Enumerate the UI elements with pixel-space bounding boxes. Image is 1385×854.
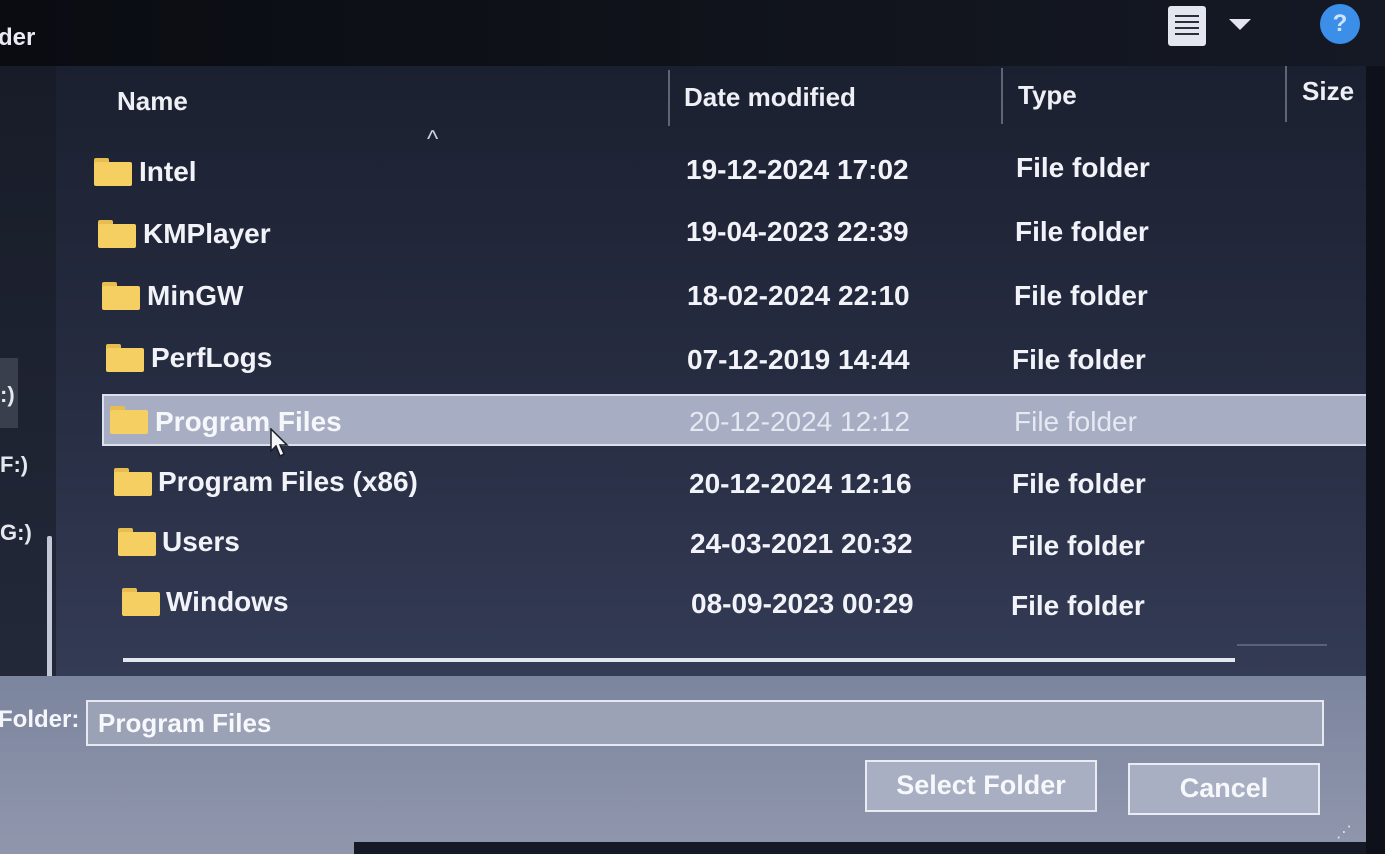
mouse-cursor-icon	[270, 428, 289, 458]
list-item[interactable]: Windows 08-09-2023 00:29 File folder	[118, 576, 1385, 628]
file-type: File folder	[1016, 152, 1150, 183]
list-item[interactable]: KMPlayer 19-04-2023 22:39 File folder	[94, 208, 1382, 260]
file-type: File folder	[1011, 530, 1145, 561]
taskbar-edge	[354, 842, 1366, 854]
file-name: Intel	[139, 156, 197, 187]
nav-scrollbar[interactable]	[47, 536, 52, 686]
details-view-icon[interactable]	[1168, 6, 1206, 46]
column-header-name[interactable]: Name	[117, 86, 188, 117]
column-header-size[interactable]: Size	[1302, 76, 1354, 107]
file-name: Windows	[166, 586, 289, 617]
list-item[interactable]: Intel 19-12-2024 17:02 File folder	[90, 146, 1378, 198]
resize-grip-icon[interactable]: ⋰	[1336, 822, 1356, 842]
folder-icon	[114, 468, 152, 496]
window-edge	[1366, 66, 1385, 854]
column-divider[interactable]	[1001, 68, 1003, 124]
file-name: MinGW	[147, 280, 244, 311]
help-icon[interactable]: ?	[1320, 4, 1360, 44]
column-header-type[interactable]: Type	[1018, 80, 1077, 111]
title-bar: der ?	[0, 0, 1385, 66]
folder-icon	[98, 220, 136, 248]
file-name: Program Files (x86)	[158, 466, 418, 497]
file-date: 19-12-2024 17:02	[686, 154, 909, 185]
file-name: Users	[162, 526, 240, 557]
file-type: File folder	[1011, 590, 1145, 621]
column-divider[interactable]	[1285, 66, 1287, 122]
file-date: 20-12-2024 12:12	[689, 406, 911, 437]
column-divider[interactable]	[668, 70, 670, 126]
cancel-button[interactable]: Cancel	[1128, 763, 1320, 815]
chevron-down-icon[interactable]	[1229, 19, 1251, 30]
folder-name-input[interactable]: Program Files	[86, 700, 1324, 746]
file-type: File folder	[1012, 468, 1146, 499]
folder-icon	[110, 406, 148, 434]
file-date: 24-03-2021 20:32	[690, 528, 913, 559]
horizontal-scrollbar[interactable]	[123, 658, 1235, 662]
list-item[interactable]: MinGW 18-02-2024 22:10 File folder	[98, 270, 1385, 322]
file-date: 19-04-2023 22:39	[686, 216, 909, 247]
folder-icon	[118, 528, 156, 556]
file-date: 18-02-2024 22:10	[687, 280, 910, 311]
folder-icon	[102, 282, 140, 310]
nav-drive[interactable]: :)	[0, 382, 15, 408]
folder-icon	[122, 588, 160, 616]
nav-drive[interactable]: F:)	[0, 452, 28, 478]
list-item-selected[interactable]: Program Files 20-12-2024 12:12 File fold…	[102, 394, 1378, 446]
folder-field-label: Folder:	[0, 706, 80, 733]
folder-icon	[94, 158, 132, 186]
select-folder-button[interactable]: Select Folder	[865, 760, 1097, 812]
file-date: 20-12-2024 12:16	[689, 468, 912, 499]
file-name: Program Files	[155, 406, 342, 437]
nav-drive[interactable]: G:)	[0, 520, 32, 546]
list-item[interactable]: PerfLogs 07-12-2019 14:44 File folder	[102, 332, 1385, 384]
list-item[interactable]: Users 24-03-2021 20:32 File folder	[114, 516, 1385, 568]
window-title: der	[0, 24, 36, 51]
dialog-footer: Folder: Program Files Select Folder Canc…	[0, 676, 1366, 854]
file-type: File folder	[1015, 216, 1149, 247]
file-date: 07-12-2019 14:44	[687, 344, 910, 375]
file-name: PerfLogs	[151, 342, 273, 373]
folder-icon	[106, 344, 144, 372]
file-date: 08-09-2023 00:29	[691, 588, 914, 619]
file-type: File folder	[1014, 406, 1137, 437]
file-name: KMPlayer	[143, 218, 271, 249]
list-item[interactable]: Program Files (x86) 20-12-2024 12:16 Fil…	[110, 456, 1385, 508]
column-header-date-modified[interactable]: Date modified	[684, 82, 856, 113]
file-type: File folder	[1012, 344, 1146, 375]
file-type: File folder	[1014, 280, 1148, 311]
scrollbar-track	[1237, 644, 1327, 646]
